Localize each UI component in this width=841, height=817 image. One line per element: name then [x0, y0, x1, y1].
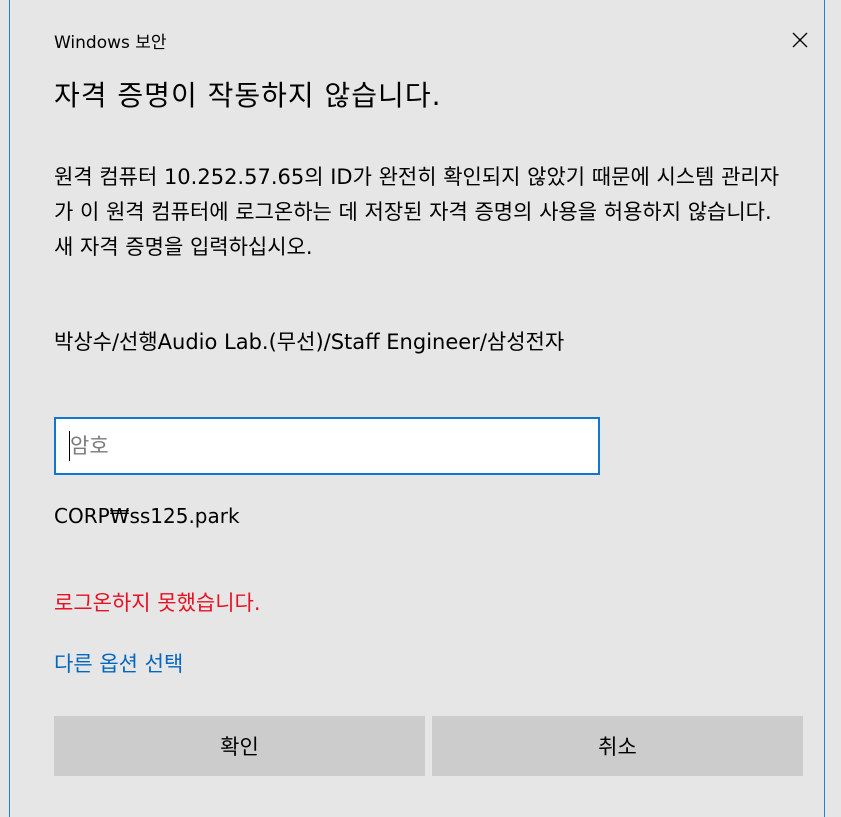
- error-message: 로그온하지 못했습니다.: [54, 591, 261, 615]
- dialog-heading: 자격 증명이 작동하지 않습니다.: [54, 79, 442, 112]
- windows-security-dialog: Windows 보안 자격 증명이 작동하지 않습니다. 원격 컴퓨터 10.2…: [9, 0, 825, 817]
- cancel-button[interactable]: 취소: [432, 716, 803, 776]
- user-display-name: 박상수/선행Audio Lab.(무선)/Staff Engineer/삼성전자: [54, 330, 565, 354]
- close-icon: [792, 32, 808, 48]
- more-choices-link[interactable]: 다른 옵션 선택: [54, 648, 183, 678]
- title-bar: Windows 보안: [10, 0, 824, 80]
- window-title: Windows 보안: [54, 33, 167, 53]
- ok-button[interactable]: 확인: [54, 716, 425, 776]
- close-button[interactable]: [786, 26, 814, 54]
- dialog-message: 원격 컴퓨터 10.252.57.65의 ID가 완전히 확인되지 않았기 때문…: [54, 165, 780, 259]
- password-field[interactable]: [54, 417, 600, 475]
- domain-username: CORP₩ss125.park: [54, 504, 240, 528]
- text-caret: [69, 431, 70, 461]
